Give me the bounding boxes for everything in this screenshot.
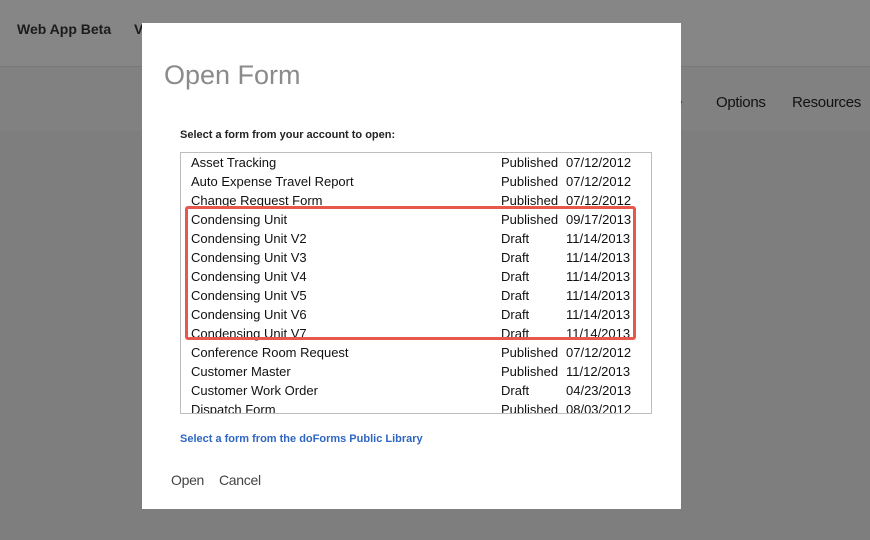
cancel-button[interactable]: Cancel: [219, 472, 261, 488]
form-date: 07/12/2012: [566, 345, 632, 360]
form-status: Published: [501, 174, 559, 189]
form-name: Condensing Unit V3: [191, 250, 307, 265]
public-library-link[interactable]: Select a form from the doForms Public Li…: [180, 433, 423, 445]
form-date: 07/12/2012: [566, 193, 632, 208]
list-item[interactable]: Condensing Unit V2 Draft 11/14/2013: [181, 229, 651, 248]
list-item[interactable]: Customer Work Order Draft 04/23/2013: [181, 381, 651, 400]
list-item[interactable]: Condensing Unit V6 Draft 11/14/2013: [181, 305, 651, 324]
form-name: Customer Master: [191, 364, 291, 379]
form-status: Published: [501, 345, 559, 360]
form-name: Change Request Form: [191, 193, 323, 208]
form-status: Published: [501, 212, 559, 227]
form-date: 11/14/2013: [566, 288, 631, 303]
list-item[interactable]: Condensing Unit V5 Draft 11/14/2013: [181, 286, 651, 305]
list-item[interactable]: Condensing Unit Published 09/17/2013: [181, 210, 651, 229]
dialog-title: Open Form: [164, 60, 301, 90]
form-name: Condensing Unit V2: [191, 231, 307, 246]
list-item[interactable]: Dispatch Form Published 08/03/2012: [181, 400, 651, 414]
form-status: Draft: [501, 307, 530, 322]
form-status: Draft: [501, 231, 530, 246]
form-date: 11/14/2013: [566, 231, 631, 246]
form-date: 09/17/2013: [566, 212, 632, 227]
form-status: Draft: [501, 269, 530, 284]
form-status: Draft: [501, 250, 530, 265]
form-name: Auto Expense Travel Report: [191, 174, 354, 189]
form-name: Asset Tracking: [191, 155, 277, 170]
form-date: 11/14/2013: [566, 250, 631, 265]
form-status: Draft: [501, 383, 530, 398]
list-item[interactable]: Change Request Form Published 07/12/2012: [181, 191, 651, 210]
form-listbox[interactable]: Asset Tracking Published 07/12/2012 Auto Ex…: [180, 152, 652, 414]
form-date: 11/14/2013: [566, 269, 631, 284]
form-date: 07/12/2012: [566, 155, 632, 170]
open-button[interactable]: Open: [171, 472, 204, 488]
form-date: 11/14/2013: [566, 307, 631, 322]
form-name: Dispatch Form: [191, 402, 276, 414]
form-status: Published: [501, 193, 559, 208]
form-date: 11/14/2013: [566, 326, 631, 341]
list-item[interactable]: Condensing Unit V4 Draft 11/14/2013: [181, 267, 651, 286]
form-date: 04/23/2013: [566, 383, 632, 398]
form-date: 11/12/2013: [566, 364, 631, 379]
form-status: Draft: [501, 288, 530, 303]
list-item[interactable]: Condensing Unit V3 Draft 11/14/2013: [181, 248, 651, 267]
form-name: Condensing Unit: [191, 212, 288, 227]
open-form-dialog: Open Form Select a form from your accoun…: [142, 23, 681, 509]
list-item[interactable]: Condensing Unit V7 Draft 11/14/2013: [181, 324, 651, 343]
list-item[interactable]: Auto Expense Travel Report Published 07/12…: [181, 172, 651, 191]
form-status: Draft: [501, 326, 530, 341]
dialog-instruction: Select a form from your account to open:: [180, 129, 396, 141]
list-item[interactable]: Asset Tracking Published 07/12/2012: [181, 153, 651, 172]
list-item[interactable]: Conference Room Request Published 07/12/20…: [181, 343, 651, 362]
form-status: Published: [501, 155, 559, 170]
form-name: Condensing Unit V6: [191, 307, 307, 322]
form-name: Condensing Unit V4: [191, 269, 307, 284]
form-name: Condensing Unit V5: [191, 288, 307, 303]
form-name: Conference Room Request: [191, 345, 349, 360]
form-date: 07/12/2012: [566, 174, 632, 189]
form-status: Published: [501, 402, 559, 414]
form-name: Customer Work Order: [191, 383, 318, 398]
form-name: Condensing Unit V7: [191, 326, 307, 341]
form-date: 08/03/2012: [566, 402, 632, 414]
list-item[interactable]: Customer Master Published 11/12/2013: [181, 362, 651, 381]
form-status: Published: [501, 364, 559, 379]
